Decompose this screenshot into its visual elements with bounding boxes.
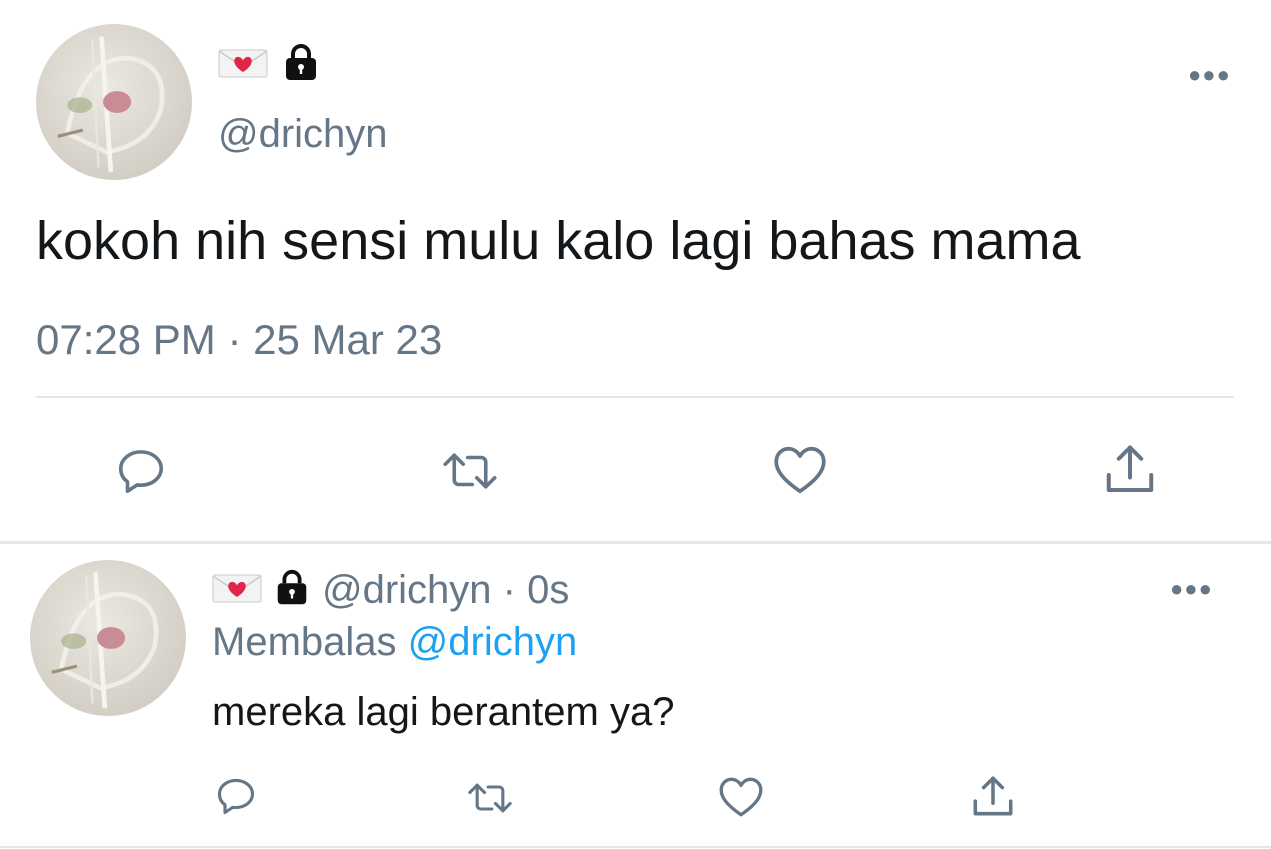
replying-to: Membalas @drichyn: [212, 620, 577, 665]
avatar-image: [57, 36, 165, 173]
timestamp[interactable]: 07:28 PM · 25 Mar 23: [36, 316, 442, 364]
replying-prefix: Membalas: [212, 620, 397, 664]
like-icon[interactable]: [770, 440, 830, 500]
bottom-divider: [0, 846, 1271, 848]
tweet-text: kokoh nih sensi mulu kalo lagi bahas mam…: [36, 211, 1081, 271]
avatar[interactable]: [36, 24, 192, 180]
reply-icon[interactable]: [214, 774, 258, 818]
retweet-icon[interactable]: [436, 444, 504, 498]
retweet-icon[interactable]: [462, 776, 518, 820]
share-icon[interactable]: [968, 772, 1018, 822]
lock-icon: [280, 42, 322, 89]
replying-to-link[interactable]: @drichyn: [408, 620, 578, 664]
love-letter-icon: [212, 572, 262, 609]
handle[interactable]: @drichyn: [218, 112, 388, 157]
reply-icon[interactable]: [114, 444, 168, 498]
more-options-icon[interactable]: ●●●: [1188, 64, 1231, 86]
reply-header: @drichyn · 0s: [212, 568, 569, 613]
avatar-image: [51, 572, 159, 709]
share-icon[interactable]: [1100, 440, 1160, 500]
divider: [36, 396, 1234, 398]
reply-avatar[interactable]: [30, 560, 186, 716]
reply-handle-time[interactable]: @drichyn · 0s: [322, 568, 569, 613]
display-name[interactable]: [218, 42, 322, 89]
love-letter-icon: [218, 47, 268, 84]
like-icon[interactable]: [716, 772, 766, 822]
reply-text: mereka lagi berantem ya?: [212, 690, 675, 734]
lock-icon: [272, 568, 312, 613]
reply-more-options-icon[interactable]: ●●●: [1170, 578, 1213, 600]
section-divider: [0, 541, 1271, 544]
